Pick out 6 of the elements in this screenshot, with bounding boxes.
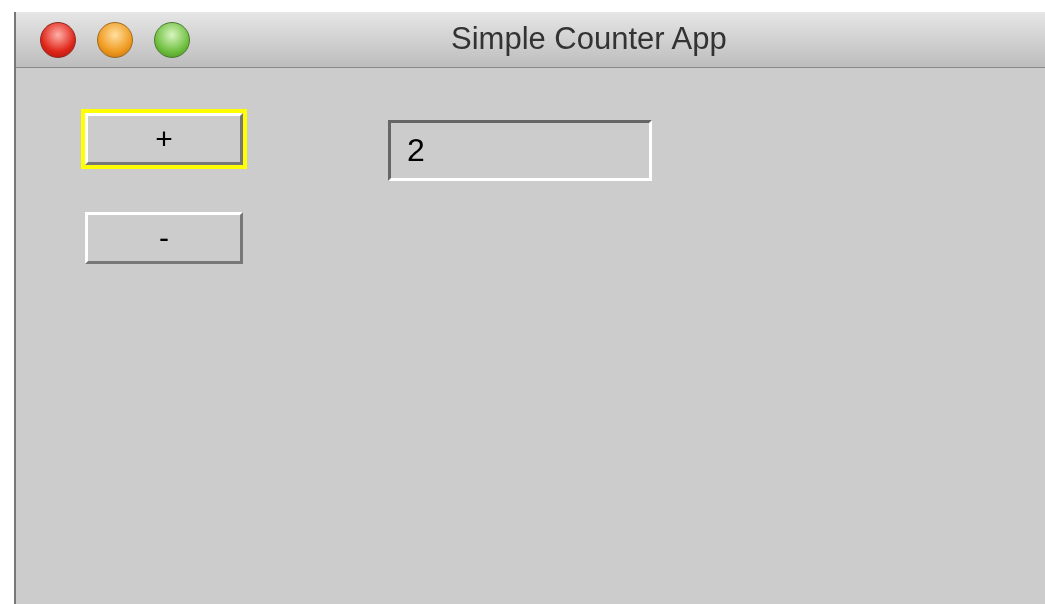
counter-field[interactable]: 2 xyxy=(388,120,652,181)
zoom-button[interactable] xyxy=(154,21,190,58)
close-button[interactable] xyxy=(40,21,76,58)
minimize-button[interactable] xyxy=(97,21,133,58)
decrement-button[interactable]: - xyxy=(85,212,243,264)
window-title: Simple Counter App xyxy=(451,23,727,54)
